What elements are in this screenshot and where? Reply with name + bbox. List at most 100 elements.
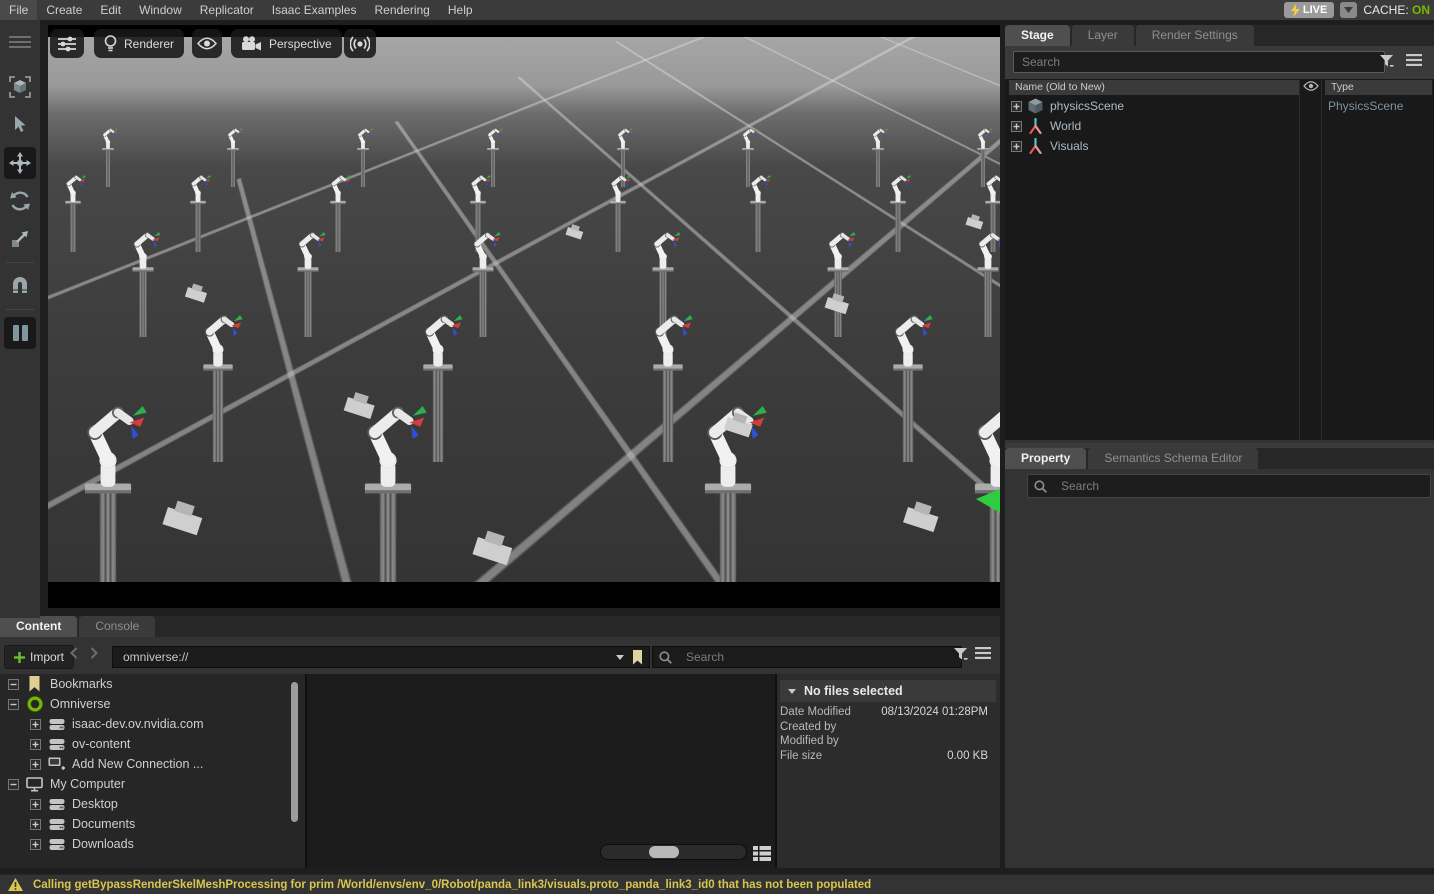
menu-edit[interactable]: Edit (91, 0, 130, 20)
path-input[interactable] (113, 650, 616, 664)
select-box-icon (9, 76, 31, 98)
tool-snap-magnet[interactable] (4, 270, 36, 302)
tree-item-label: Omniverse (50, 697, 110, 711)
visibility-column-icon[interactable] (1303, 81, 1319, 91)
file-grid-pane[interactable] (307, 674, 777, 868)
menu-isaac-examples[interactable]: Isaac Examples (263, 0, 366, 20)
import-button[interactable]: Import (4, 645, 74, 669)
tree-item-desktop[interactable]: Desktop (0, 794, 305, 814)
property-tab-property[interactable]: Property (1005, 448, 1086, 469)
server-drive-icon (48, 738, 65, 751)
tool-scale[interactable] (4, 223, 36, 255)
expand-icon[interactable] (30, 819, 41, 830)
back-button[interactable] (70, 647, 78, 659)
tree-item-bookmarks[interactable]: Bookmarks (0, 674, 305, 694)
tool-menu-grip[interactable] (4, 26, 36, 58)
expand-icon[interactable] (1011, 101, 1022, 112)
details-rows: Date Modified08/13/2024 01:28PMCreated b… (780, 706, 988, 764)
content-search-input[interactable] (678, 649, 955, 665)
stage-tab-stage[interactable]: Stage (1005, 25, 1070, 46)
expand-icon[interactable] (8, 699, 19, 710)
tree-item-my-computer[interactable]: My Computer (0, 774, 305, 794)
menu-replicator[interactable]: Replicator (191, 0, 263, 20)
detail-label: Created by (780, 721, 836, 736)
stage-tab-render-settings[interactable]: Render Settings (1136, 25, 1254, 46)
expand-icon[interactable] (30, 799, 41, 810)
content-tab-console[interactable]: Console (79, 616, 155, 637)
property-tab-semantics-schema-editor[interactable]: Semantics Schema Editor (1088, 448, 1258, 469)
tool-pause[interactable] (4, 317, 36, 349)
slider-handle[interactable] (649, 846, 679, 858)
expand-icon[interactable] (30, 759, 41, 770)
expand-icon[interactable] (8, 679, 19, 690)
stage-row-visuals[interactable]: Visuals (1005, 136, 1434, 156)
menu-bar: FileCreateEditWindowReplicatorIsaac Exam… (0, 0, 1434, 20)
stage-search-input[interactable] (1013, 51, 1385, 73)
tool-cursor[interactable] (4, 109, 36, 141)
menu-grip-icon (9, 36, 31, 48)
menu-create[interactable]: Create (37, 0, 91, 20)
filter-icon[interactable] (1379, 54, 1394, 68)
server-drive-icon (48, 798, 65, 811)
tree-item-omniverse[interactable]: Omniverse (0, 694, 305, 714)
tree-item-isaac-dev-ov-nvidia-com[interactable]: isaac-dev.ov.nvidia.com (0, 714, 305, 734)
cache-value: ON (1412, 3, 1430, 17)
camera-label: Perspective (269, 37, 332, 51)
tree-item-label: ov-content (72, 737, 130, 751)
details-pane: No files selected Date Modified08/13/202… (777, 674, 1000, 868)
prim-name: World (1050, 119, 1081, 133)
viewport-canvas[interactable]: Renderer Perspective (48, 25, 1000, 608)
view-mode-icon[interactable] (753, 846, 771, 861)
live-dropdown-button[interactable] (1340, 2, 1357, 18)
content-tabbar: ContentConsole (0, 616, 1000, 637)
waypoint-button[interactable] (344, 29, 376, 58)
tree-item-ov-content[interactable]: ov-content (0, 734, 305, 754)
selection-header[interactable]: No files selected (780, 680, 996, 702)
tool-select-box[interactable] (4, 71, 36, 103)
camera-button[interactable]: Perspective (231, 29, 342, 58)
menu-window[interactable]: Window (130, 0, 191, 20)
forward-button[interactable] (90, 647, 98, 659)
tree-item-documents[interactable]: Documents (0, 814, 305, 834)
property-search-input[interactable] (1053, 477, 1424, 495)
prim-name: Visuals (1050, 139, 1088, 153)
path-dropdown-icon[interactable] (616, 655, 624, 660)
stage-row-world[interactable]: World (1005, 116, 1434, 136)
eye-icon (197, 37, 217, 50)
stage-row-physicsscene[interactable]: physicsScenePhysicsScene (1005, 96, 1434, 116)
expand-icon[interactable] (1011, 121, 1022, 132)
viewport-settings-button[interactable] (50, 29, 84, 58)
expand-icon[interactable] (30, 739, 41, 750)
property-tabbar: PropertySemantics Schema Editor (1005, 448, 1434, 469)
tool-rotate[interactable] (4, 185, 36, 217)
expand-icon[interactable] (8, 779, 19, 790)
options-menu-icon[interactable] (975, 647, 991, 659)
expand-icon[interactable] (30, 719, 41, 730)
live-label: LIVE (1303, 4, 1327, 16)
column-name-header[interactable]: Name (Old to New) (1009, 80, 1299, 95)
menu-file[interactable]: File (0, 0, 37, 20)
expand-icon[interactable] (30, 839, 41, 850)
stage-tab-layer[interactable]: Layer (1072, 25, 1134, 46)
tree-item-downloads[interactable]: Downloads (0, 834, 305, 854)
tree-item-label: Bookmarks (50, 677, 113, 691)
detail-row-date-modified: Date Modified08/13/2024 01:28PM (780, 706, 988, 721)
tree-item-add-new-connection[interactable]: Add New Connection ... (0, 754, 305, 774)
live-button[interactable]: LIVE (1284, 2, 1334, 18)
sliders-icon (57, 36, 77, 52)
filter-icon[interactable] (953, 647, 968, 661)
menu-rendering[interactable]: Rendering (365, 0, 438, 20)
content-tab-content[interactable]: Content (0, 616, 77, 637)
thumbnail-size-slider[interactable] (600, 844, 747, 860)
path-bookmark-icon[interactable] (632, 650, 643, 665)
column-type-header[interactable]: Type (1325, 80, 1432, 95)
file-tree-scrollbar[interactable] (291, 682, 298, 822)
expand-icon[interactable] (1011, 141, 1022, 152)
options-menu-icon[interactable] (1406, 54, 1422, 66)
renderer-button[interactable]: Renderer (94, 29, 184, 58)
server-drive-icon (48, 838, 65, 851)
tool-move[interactable] (4, 147, 36, 179)
stage-tree: Name (Old to New) Type physicsScenePhysi… (1005, 79, 1434, 440)
visibility-button[interactable] (192, 29, 222, 58)
menu-help[interactable]: Help (439, 0, 482, 20)
